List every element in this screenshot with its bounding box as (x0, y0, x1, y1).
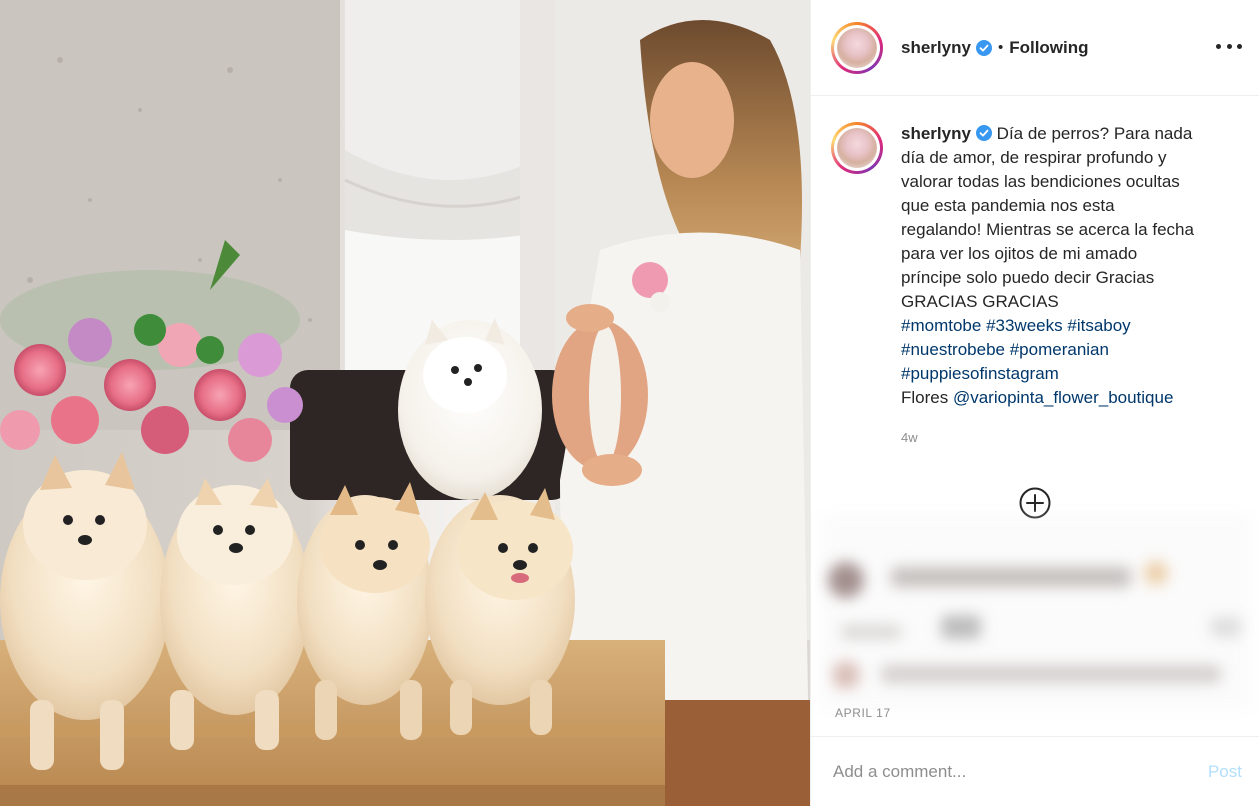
verified-badge-icon (975, 39, 992, 56)
post-date[interactable]: APRIL 17 (835, 706, 891, 720)
caption-line: Día de perros? Para nada (996, 124, 1193, 143)
hashtag-link[interactable]: #puppiesofinstagram (901, 364, 1059, 383)
credit-prefix: Flores (901, 388, 949, 407)
hashtag-link[interactable]: #nuestrobebe (901, 340, 1005, 359)
post-sidebar: sherlyny • Following sherlyny Día de per… (810, 0, 1259, 806)
caption-line: GRACIAS GRACIAS (901, 292, 1059, 311)
caption-line: valorar todas las bendiciones ocultas (901, 172, 1180, 191)
caption-text: sherlyny Día de perros? Para nada día de… (901, 122, 1241, 450)
mention-link[interactable]: @variopinta_flower_boutique (953, 388, 1173, 407)
post-comment-button[interactable]: Post (1208, 762, 1242, 782)
post-photo-illustration (0, 0, 810, 806)
verified-badge-icon (975, 125, 992, 141)
hashtag-link[interactable]: #33weeks (986, 316, 1063, 335)
hashtag-row: #puppiesofinstagram (901, 362, 1241, 386)
avatar[interactable] (831, 21, 883, 74)
post-photo[interactable] (0, 0, 810, 806)
avatar-image (837, 27, 877, 68)
caption-avatar-image (837, 128, 877, 168)
hashtag-link[interactable]: #momtobe (901, 316, 981, 335)
caption-line: príncipe solo puedo decir Gracias (901, 268, 1155, 287)
hashtag-link[interactable]: #pomeranian (1010, 340, 1109, 359)
time-ago[interactable]: 4w (901, 426, 1241, 450)
comment-input[interactable] (833, 761, 1208, 782)
post-caption: sherlyny Día de perros? Para nada día de… (831, 122, 1251, 450)
caption-line: que esta pandemia nos esta (901, 196, 1115, 215)
caption-line: regalando! Mientras se acerca la fecha (901, 220, 1194, 239)
hidden-comments (821, 515, 1251, 710)
header-username[interactable]: sherlyny (901, 38, 971, 58)
more-options-icon[interactable] (1216, 36, 1242, 56)
hashtag-row: #nuestrobebe #pomeranian (901, 338, 1241, 362)
caption-line: día de amor, de respirar profundo y (901, 148, 1167, 167)
caption-line: para ver los ojitos de mi amado (901, 244, 1138, 263)
comment-bar: Post (811, 736, 1259, 806)
separator-dot: • (997, 39, 1004, 56)
credit-line: Flores @variopinta_flower_boutique (901, 386, 1241, 410)
hashtag-row: #momtobe #33weeks #itsaboy (901, 314, 1241, 338)
hashtag-link[interactable]: #itsaboy (1067, 316, 1130, 335)
following-button[interactable]: Following (1009, 38, 1088, 58)
caption-username[interactable]: sherlyny (901, 124, 971, 143)
post-header: sherlyny • Following (811, 0, 1259, 96)
caption-avatar[interactable] (831, 122, 883, 174)
